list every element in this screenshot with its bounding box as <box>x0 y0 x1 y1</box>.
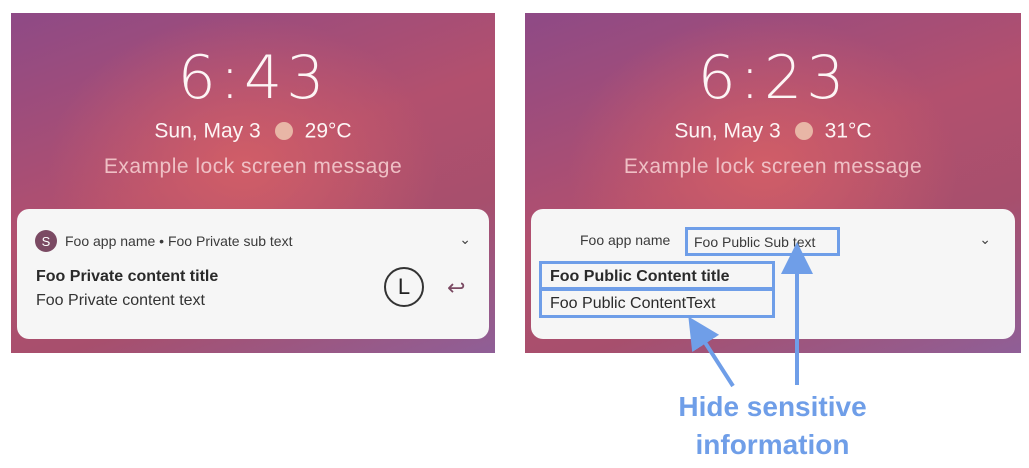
arrow-to-content <box>688 316 735 388</box>
annotation-label: Hide sensitive information <box>640 388 905 464</box>
annotation-line-1: Hide sensitive <box>678 391 867 422</box>
annotation-line-2: information <box>695 429 850 460</box>
